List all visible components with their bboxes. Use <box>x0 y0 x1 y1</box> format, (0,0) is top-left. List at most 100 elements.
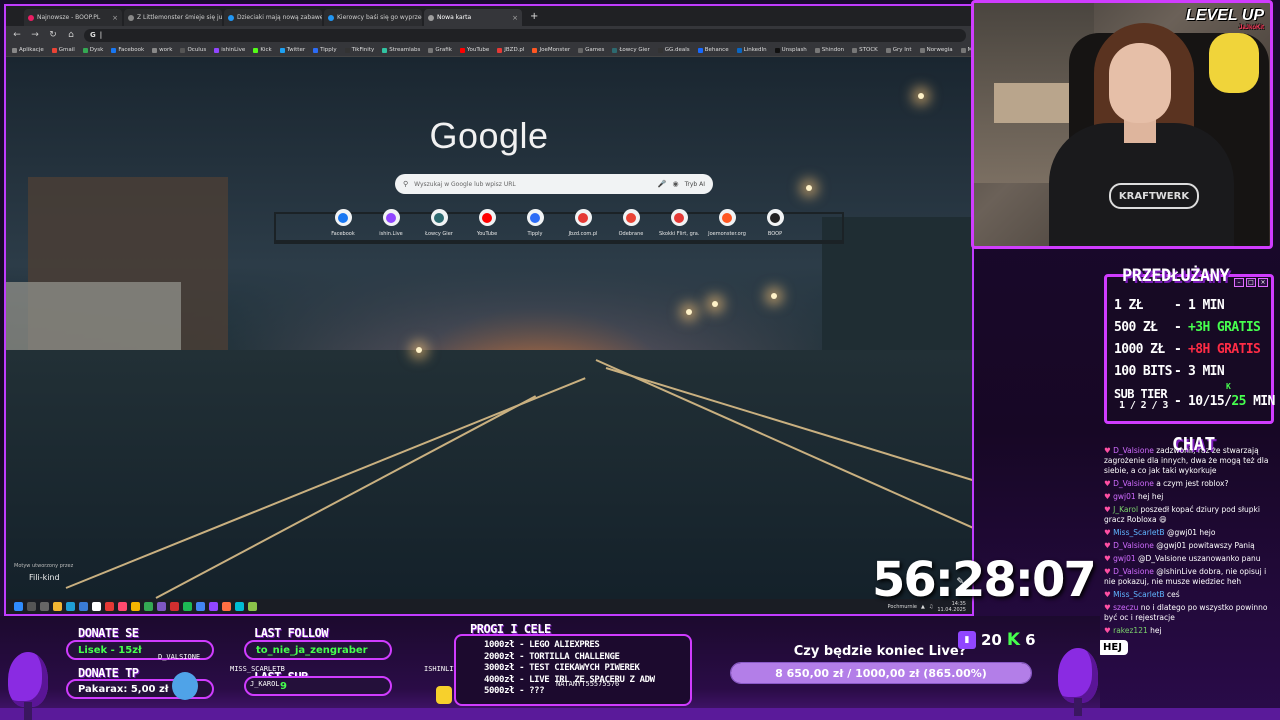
browser-tab[interactable]: Najnowsze - BOOP.PL × <box>24 9 122 26</box>
shortcut-tile[interactable]: ishin.Live <box>371 209 411 237</box>
start-icon[interactable] <box>14 602 23 611</box>
bookmark-item[interactable]: STOCK <box>852 47 878 53</box>
bookmark-item[interactable]: ishinLive <box>214 47 245 53</box>
price-reward: 3 MIN <box>1188 364 1225 379</box>
tab-close-icon[interactable]: × <box>112 14 118 22</box>
shortcut-tile[interactable]: Skokki Flirt, gra... <box>659 209 699 237</box>
app-icon[interactable] <box>196 602 205 611</box>
bookmark-item[interactable]: TikFinity <box>344 47 374 53</box>
edge-icon[interactable] <box>66 602 75 611</box>
mic-icon[interactable]: 🎤 <box>658 180 667 188</box>
levelup-text: LEVEL UP <box>1186 7 1264 24</box>
bookmark-item[interactable]: GG.deals <box>657 47 690 53</box>
app-icon[interactable] <box>222 602 231 611</box>
forward-icon[interactable]: → <box>30 30 40 40</box>
chat-message: ♥ gwj01 hej hej <box>1104 492 1274 502</box>
bookmark-item[interactable]: JBZD.pl <box>497 47 524 53</box>
shortcut-label: YouTube <box>476 231 498 237</box>
app-icon[interactable] <box>157 602 166 611</box>
ai-mode-button[interactable]: Tryb AI <box>685 181 705 188</box>
browser-tab[interactable]: Dzieciaki mają nową zabawę. N× <box>224 9 322 26</box>
chat-username: szeczu <box>1113 603 1139 612</box>
bookmark-label: Norwegia <box>926 47 953 53</box>
bookmark-item[interactable]: Games <box>578 47 604 53</box>
tab-close-icon[interactable]: × <box>512 14 518 22</box>
shortcut-tile[interactable]: Jbzd.com.pl <box>563 209 603 237</box>
bookmark-label: Oculus <box>187 47 207 53</box>
address-bar[interactable]: G | <box>84 28 966 42</box>
browser-tab[interactable]: Z Littlemonster śmieje się już z× <box>124 9 222 26</box>
bookmark-label: JBZD.pl <box>504 47 525 53</box>
bookmark-item[interactable]: Behance <box>697 47 729 53</box>
app-icon[interactable] <box>183 602 192 611</box>
shortcut-tile[interactable]: Odebrane <box>611 209 651 237</box>
store-icon[interactable] <box>79 602 88 611</box>
app-icon[interactable] <box>170 602 179 611</box>
shortcut-tile[interactable]: Joemonster.org <box>707 209 747 237</box>
lens-icon[interactable]: ◉ <box>673 180 679 188</box>
bookmark-item[interactable]: Streamlabs <box>382 47 420 53</box>
app-icon[interactable] <box>92 602 101 611</box>
browser-tab[interactable]: Nowa karta × <box>424 9 522 26</box>
shortcut-tile[interactable]: BOOP <box>755 209 795 237</box>
bookmark-item[interactable]: Oculus <box>180 47 206 53</box>
bookmark-item[interactable]: Kick <box>253 47 272 53</box>
bookmark-item[interactable]: work <box>152 47 172 53</box>
bookmark-favicon-icon <box>919 47 925 53</box>
app-icon[interactable] <box>209 602 218 611</box>
heart-icon: ♥ <box>1104 567 1114 576</box>
new-tab-button[interactable]: + <box>524 11 544 22</box>
price-row: 500 ZŁ - +3H GRATIS <box>1114 320 1261 335</box>
shortcut-tile[interactable]: YouTube <box>467 209 507 237</box>
chat-message: ♥ D_Valsione a czym jest roblox? <box>1104 479 1274 489</box>
explorer-icon[interactable] <box>53 602 62 611</box>
shortcut-tile[interactable]: Tipply <box>515 209 555 237</box>
bookmark-item[interactable]: Unsplash <box>774 47 807 53</box>
bookmark-item[interactable]: YouTube <box>459 47 489 53</box>
sub-tier-sub: 1 / 2 / 3 <box>1119 400 1168 411</box>
bookmark-item[interactable]: Norwegia <box>919 47 953 53</box>
bookmark-item[interactable]: JoeMonster <box>532 47 570 53</box>
tab-favicon-icon <box>128 14 134 21</box>
chat-feed: ♥ D_Valsione zadzwonił, raz że stwarzają… <box>1104 446 1274 704</box>
bookmark-item[interactable]: Gry Int <box>885 47 912 53</box>
theme-credit-name[interactable]: Fili-kind <box>29 573 60 582</box>
search-placeholder: Wyszukaj w Google lub wpisz URL <box>414 180 516 188</box>
bookmark-item[interactable]: Facebook <box>111 47 144 53</box>
reload-icon[interactable]: ↻ <box>48 30 58 40</box>
app-icon[interactable] <box>105 602 114 611</box>
shortcut-tile[interactable]: Facebook <box>323 209 363 237</box>
app-icon[interactable] <box>131 602 140 611</box>
bookmark-item[interactable]: Twitter <box>279 47 305 53</box>
app-icon[interactable] <box>235 602 244 611</box>
app-icon[interactable] <box>118 602 127 611</box>
bookmark-item[interactable]: LinkedIn <box>736 47 767 53</box>
bookmark-item[interactable]: Łowcy Gier <box>612 47 650 53</box>
bookmark-favicon-icon <box>152 47 158 53</box>
google-search-box[interactable]: ⚲ Wyszukaj w Google lub wpisz URL 🎤 ◉ Tr… <box>395 174 713 194</box>
shortcut-favicon-icon <box>338 212 348 223</box>
shortcut-icon <box>718 209 736 226</box>
bookmark-item[interactable]: Tipply <box>313 47 337 53</box>
app-icon[interactable] <box>144 602 153 611</box>
back-icon[interactable]: ← <box>12 30 22 40</box>
search-icon[interactable] <box>27 602 36 611</box>
bookmark-item[interactable]: Gmail <box>51 47 75 53</box>
chat-message: ♥ J_Karol poszedł kopać dziury pod słupk… <box>1104 505 1274 525</box>
bookmark-item[interactable]: Dysk <box>82 47 103 53</box>
webcam-frame: KRAFTWERK LEVEL UP JaJkoKit <box>971 0 1273 249</box>
price-reward: +3H GRATIS <box>1188 320 1261 335</box>
bookmark-item[interactable]: Grafik <box>428 47 452 53</box>
home-icon[interactable]: ⌂ <box>66 30 76 40</box>
app-icon[interactable] <box>248 602 257 611</box>
bookmark-item[interactable]: Aplikacje <box>12 47 44 53</box>
shortcut-favicon-icon <box>530 212 540 223</box>
shortcut-tile[interactable]: Łowcy Gier <box>419 209 459 237</box>
shortcut-icon <box>526 209 544 226</box>
new-tab-page: Google ⚲ Wyszukaj w Google lub wpisz URL… <box>6 57 972 599</box>
taskview-icon[interactable] <box>40 602 49 611</box>
twitch-icon: ▮ <box>958 631 976 649</box>
bookmark-item[interactable]: Shindon <box>814 47 844 53</box>
browser-tab[interactable]: Kierowcy baśi się go wyprzedz× <box>324 9 422 26</box>
bookmark-label: Unsplash <box>781 47 807 53</box>
